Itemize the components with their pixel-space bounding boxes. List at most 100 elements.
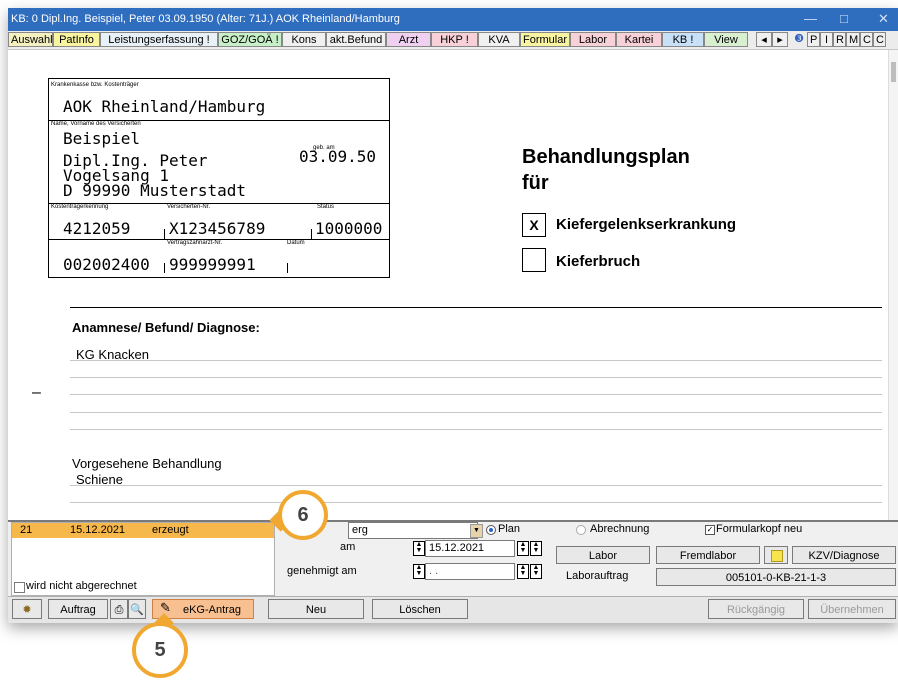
fremdlabor-button[interactable]: Fremdlabor	[656, 546, 760, 564]
text-line	[70, 412, 882, 413]
insurer-label: Krankenkasse bzw. Kostenträger	[51, 82, 139, 88]
plan-heading: Behandlungsplan	[522, 146, 690, 168]
maximize-button[interactable]: □	[840, 11, 848, 26]
loeschen-button[interactable]: Löschen	[372, 599, 468, 619]
tab-leistungserfassung[interactable]: Leistungserfassung !	[100, 32, 218, 47]
toolbar: Auswahl PatInfo Leistungserfassung ! GOZ…	[8, 31, 898, 50]
app-window: KB: 0 Dipl.Ing. Beispiel, Peter 03.09.19…	[8, 8, 898, 623]
tab-patinfo[interactable]: PatInfo	[53, 32, 100, 47]
tab-kartei[interactable]: Kartei	[616, 32, 662, 47]
surname-value: Beispiel	[63, 129, 141, 148]
datum-label: Datum	[287, 240, 305, 246]
genehmigt-date-field[interactable]: . .	[425, 563, 515, 580]
tab-labor[interactable]: Labor	[570, 32, 616, 47]
help-icon[interactable]: ❸	[792, 32, 806, 47]
nav-prev-button[interactable]: ◂	[756, 32, 772, 47]
spin-icon[interactable]: ▲ ▼	[530, 541, 542, 556]
close-button[interactable]: ✕	[878, 11, 889, 27]
tab-auswahl[interactable]: Auswahl	[8, 32, 53, 47]
radio-abrechnung[interactable]	[576, 525, 586, 535]
auftrag-button[interactable]: Auftrag	[48, 599, 108, 619]
dob-value: 03.09.50	[299, 147, 377, 166]
record-status: erzeugt	[152, 524, 189, 536]
rueckgaengig-button[interactable]: Rückgängig	[708, 599, 804, 619]
kzv-diagnose-button[interactable]: KZV/Diagnose	[792, 546, 896, 564]
formularkopf-checkbox[interactable]: ✓	[705, 525, 715, 535]
laborauftrag-value[interactable]: 005101-0-KB-21-1-3	[656, 568, 896, 586]
card-tick	[164, 229, 165, 239]
note-icon-button[interactable]	[764, 546, 788, 564]
neu-button[interactable]: Neu	[268, 599, 364, 619]
insurer-value: AOK Rheinland/Hamburg	[63, 97, 266, 116]
status-value: 1000000	[315, 219, 383, 238]
radio-plan-label: Plan	[498, 523, 521, 535]
option1-checkbox[interactable]: X	[522, 213, 546, 237]
window-title: KB: 0 Dipl.Ing. Beispiel, Peter 03.09.19…	[11, 13, 400, 25]
spin-icon[interactable]: ▲ ▼	[517, 541, 529, 556]
note-icon	[771, 550, 783, 562]
letter-i-button[interactable]: I	[820, 32, 833, 47]
erstellt-label: am	[340, 541, 356, 553]
letter-p-button[interactable]: P	[807, 32, 820, 47]
behandlung-heading: Vorgesehene Behandlung	[72, 456, 222, 471]
search-icon[interactable]: 🔍	[128, 599, 146, 619]
radio-abrechnung-label: Abrechnung	[590, 523, 650, 535]
vz-label: Vertragszahnarzt-Nr.	[167, 240, 223, 246]
spin-icon[interactable]: ▲ ▼	[530, 564, 542, 579]
tab-akt-befund[interactable]: akt.Befund	[326, 32, 386, 47]
anamnese-heading: Anamnese/ Befund/ Diagnose:	[72, 320, 260, 335]
record-date: 15.12.2021	[70, 524, 126, 536]
vertical-scrollbar[interactable]	[888, 50, 898, 520]
name-label: Name, Vorname des Versicherten	[51, 121, 141, 127]
tab-kva[interactable]: KVA	[478, 32, 520, 47]
letter-m-button[interactable]: M	[846, 32, 860, 47]
vn-value: X123456789	[169, 219, 266, 238]
chevron-down-icon[interactable]: ▼	[470, 524, 483, 538]
text-line	[70, 485, 882, 486]
genehmigt-label: genehmigt am	[287, 565, 357, 577]
tab-kons[interactable]: Kons	[282, 32, 326, 47]
insurance-card: Krankenkasse bzw. Kostenträger AOK Rhein…	[48, 78, 390, 278]
letter-r-button[interactable]: R	[833, 32, 846, 47]
spin-icon[interactable]: ▲ ▼	[517, 564, 529, 579]
radio-plan-dot	[489, 528, 493, 532]
gear-icon[interactable]: ✹	[12, 599, 42, 619]
scroll-thumb[interactable]	[891, 62, 896, 82]
not-billed-checkbox[interactable]	[14, 582, 25, 593]
tab-kb[interactable]: KB !	[662, 32, 704, 47]
letter-c2-button[interactable]: C	[873, 32, 886, 47]
title-bar: KB: 0 Dipl.Ing. Beispiel, Peter 03.09.19…	[8, 8, 898, 31]
labor-button[interactable]: Labor	[556, 546, 650, 564]
option1-label: Kiefergelenkserkrankung	[556, 216, 737, 233]
letter-c-button[interactable]: C	[860, 32, 873, 47]
plan-heading-for: für	[522, 172, 549, 194]
text-line	[70, 502, 882, 503]
record-row[interactable]: 21 15.12.2021 erzeugt	[12, 523, 274, 538]
radio-plan[interactable]	[486, 525, 496, 535]
print-icon[interactable]: ⎙	[110, 599, 128, 619]
callout-badge-6: 6	[278, 490, 328, 540]
tab-goz-goae[interactable]: GOZ/GOÄ !	[218, 32, 282, 47]
uebernehmen-button[interactable]: Übernehmen	[808, 599, 896, 619]
kt-value: 4212059	[63, 219, 131, 238]
spin-icon[interactable]: ▲ ▼	[413, 541, 425, 556]
tab-arzt[interactable]: Arzt	[386, 32, 431, 47]
type-dropdown[interactable]: erg	[348, 522, 478, 539]
option2-checkbox[interactable]	[522, 248, 546, 272]
laborauftrag-label: Laborauftrag	[566, 570, 629, 582]
text-line	[70, 377, 882, 378]
record-num: 21	[20, 524, 33, 536]
bsnr-value: 002002400	[63, 255, 150, 274]
callout-badge-5: 5	[132, 622, 188, 678]
minimize-button[interactable]: —	[804, 11, 817, 26]
vznr-value: 999999991	[169, 255, 256, 274]
tab-hkp[interactable]: HKP !	[431, 32, 478, 47]
tab-formular[interactable]: Formular	[520, 32, 570, 47]
tab-view[interactable]: View	[704, 32, 748, 47]
erstellt-date-field[interactable]: 15.12.2021	[425, 540, 515, 557]
city-value: D 99990 Musterstadt	[63, 181, 247, 200]
spin-icon[interactable]: ▲ ▼	[413, 564, 425, 579]
nav-next-button[interactable]: ▸	[772, 32, 788, 47]
section-divider	[70, 307, 882, 308]
formularkopf-label: Formularkopf neu	[716, 523, 803, 535]
